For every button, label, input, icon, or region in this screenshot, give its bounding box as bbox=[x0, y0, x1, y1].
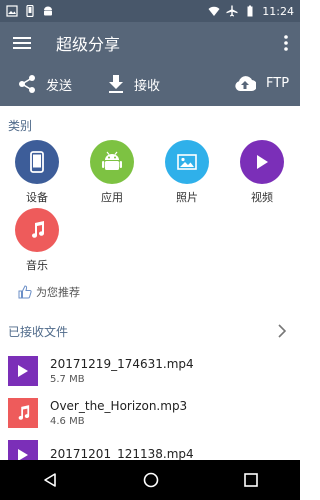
category-devices-label: 设备 bbox=[26, 191, 48, 204]
back-icon[interactable] bbox=[42, 472, 58, 488]
send-label: 发送 bbox=[46, 78, 73, 94]
file-size: 4.6 MB bbox=[50, 416, 85, 427]
music-file-icon bbox=[8, 398, 38, 428]
category-apps-label: 应用 bbox=[101, 191, 123, 204]
recommend-link[interactable]: 为您推荐 bbox=[18, 284, 80, 300]
category-music-label: 音乐 bbox=[26, 259, 48, 272]
category-videos[interactable]: 视频 bbox=[235, 140, 289, 205]
file-name: 20171201_121138.mp4 bbox=[50, 446, 194, 461]
file-item-0[interactable]: 20171219_174631.mp4 5.7 MB bbox=[0, 350, 300, 392]
cloud-upload-icon bbox=[235, 76, 256, 92]
download-icon bbox=[109, 75, 123, 93]
video-file-icon bbox=[8, 356, 38, 386]
file-size: 5.7 MB bbox=[50, 374, 85, 385]
recommend-label: 为您推荐 bbox=[36, 286, 80, 299]
file-name: 20171219_174631.mp4 bbox=[50, 357, 194, 371]
receive-button[interactable]: 接收 bbox=[108, 74, 160, 94]
categories-label: 类别 bbox=[8, 119, 33, 133]
category-music-circle bbox=[15, 208, 59, 252]
category-videos-circle bbox=[240, 140, 284, 184]
system-nav-bar bbox=[0, 460, 300, 500]
category-photos[interactable]: 照片 bbox=[160, 140, 214, 205]
category-music[interactable]: 音乐 bbox=[10, 208, 64, 273]
home-icon[interactable] bbox=[143, 472, 159, 488]
status-bar: 11:24 bbox=[0, 0, 300, 22]
photo-icon bbox=[177, 154, 197, 170]
play-icon bbox=[257, 155, 268, 169]
share-icon bbox=[19, 75, 35, 93]
category-apps-circle bbox=[90, 140, 134, 184]
app-bar: 超级分享 bbox=[0, 22, 300, 64]
ftp-label: FTP bbox=[266, 75, 290, 91]
received-files-header[interactable]: 已接收文件 bbox=[0, 316, 300, 346]
battery-icon bbox=[247, 5, 253, 17]
file-item-1[interactable]: Over_the_Horizon.mp3 4.6 MB bbox=[0, 392, 300, 434]
smartphone-icon bbox=[30, 151, 44, 173]
hamburger-menu-icon bbox=[13, 37, 31, 49]
clock: 11:24 bbox=[262, 4, 294, 18]
app-title: 超级分享 bbox=[56, 35, 121, 54]
category-photos-circle bbox=[165, 140, 209, 184]
thumbs-up-icon bbox=[18, 285, 32, 299]
receive-label: 接收 bbox=[134, 78, 161, 94]
notification-image-icon bbox=[6, 5, 18, 17]
wifi-icon bbox=[208, 6, 220, 16]
notification-phone-icon bbox=[26, 5, 34, 17]
more-options-button[interactable] bbox=[272, 22, 300, 64]
category-apps[interactable]: 应用 bbox=[85, 140, 139, 205]
notification-android-icon bbox=[44, 6, 52, 16]
menu-button[interactable] bbox=[0, 22, 44, 64]
recents-icon[interactable] bbox=[243, 473, 258, 487]
category-devices[interactable]: 设备 bbox=[10, 140, 64, 205]
send-button[interactable]: 发送 bbox=[18, 74, 72, 94]
more-vertical-icon bbox=[284, 35, 288, 51]
chevron-right-icon bbox=[278, 324, 286, 338]
category-photos-label: 照片 bbox=[176, 191, 198, 204]
music-note-icon bbox=[18, 405, 30, 420]
android-icon bbox=[102, 151, 122, 170]
category-videos-label: 视频 bbox=[251, 191, 273, 204]
file-name: Over_the_Horizon.mp3 bbox=[50, 399, 188, 413]
music-note-icon bbox=[32, 221, 45, 238]
received-files-label: 已接收文件 bbox=[8, 324, 69, 339]
play-icon bbox=[18, 365, 28, 377]
ftp-button[interactable]: FTP bbox=[234, 74, 289, 92]
airplane-icon bbox=[226, 5, 238, 17]
action-bar: 发送 接收 FTP bbox=[0, 64, 300, 106]
category-devices-circle bbox=[15, 140, 59, 184]
